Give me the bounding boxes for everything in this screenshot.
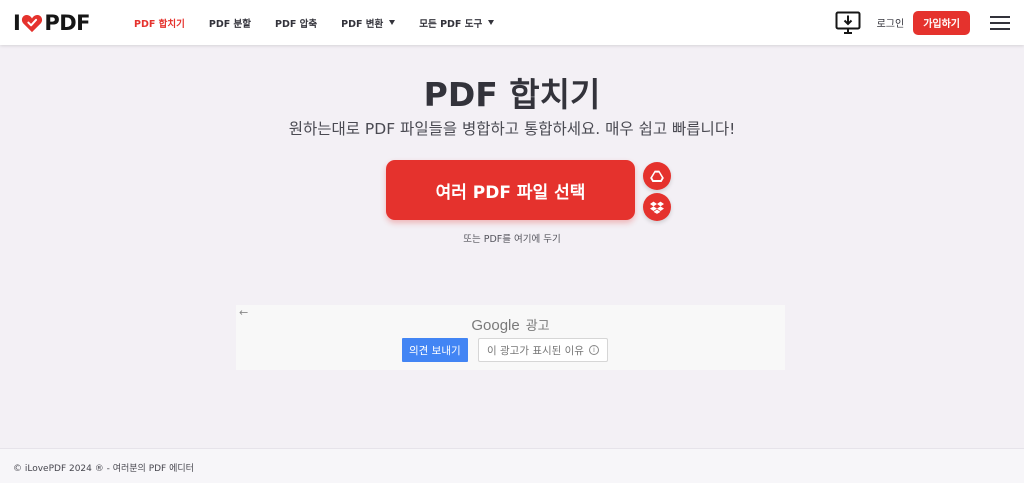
footer-copyright: © iLovePDF 2024 ® - 여러분의 PDF 에디터 [13,464,194,474]
why-this-ad-button[interactable]: 이 광고가 표시된 이유 i [478,338,608,362]
heart-icon [22,14,43,33]
nav-item-label: PDF 변환 [341,18,384,30]
nav-item-all-pdf-tools[interactable]: 모든 PDF 도구 [419,16,495,30]
nav-item-merge-pdf[interactable]: PDF 합치기 [134,16,185,30]
why-this-ad-label: 이 광고가 표시된 이유 [487,344,584,357]
page-title: PDF 합치기 [423,75,601,114]
send-feedback-button[interactable]: 의견 보내기 [402,338,468,362]
nav-item-split-pdf[interactable]: PDF 분할 [209,16,251,30]
login-link[interactable]: 로그인 [877,15,905,30]
desktop-download-icon[interactable] [835,11,861,35]
dropbox-button[interactable] [643,193,671,221]
ilovepdf-logo[interactable]: I PDF [13,11,90,35]
signup-button[interactable]: 가입하기 [913,10,970,35]
google-wordmark: Google [471,317,520,334]
caret-down-icon [389,20,396,25]
ad-label: 광고 [525,319,550,334]
google-ad-heading: Google 광고 [236,315,785,334]
google-drive-icon [650,170,664,182]
nav-item-label: PDF 분할 [208,18,252,30]
dropbox-icon [650,201,664,214]
nav-item-compress-pdf[interactable]: PDF 압축 [275,16,317,30]
page-footer: © iLovePDF 2024 ® - 여러분의 PDF 에디터 [0,448,1024,483]
caret-down-icon [488,20,495,25]
logo-letter-i: I [13,11,21,35]
nav-item-label: 모든 PDF 도구 [419,18,483,30]
nav-item-convert-pdf[interactable]: PDF 변환 [341,16,396,30]
logo-text-pdf: PDF [44,11,90,35]
header-actions: 로그인 가입하기 [835,0,1010,45]
hamburger-menu-icon[interactable] [990,15,1010,31]
drop-hint-text: 또는 PDF를 여기에 두기 [463,234,561,245]
google-ad-box: ← Google 광고 의견 보내기 이 광고가 표시된 이유 i [236,305,785,370]
page-subtitle: 원하는대로 PDF 파일들을 병합하고 통합하세요. 매우 쉽고 빠릅니다! [288,120,736,138]
info-icon: i [588,345,599,355]
top-header: I PDF PDF 합치기 PDF 분할 PDF 압축 PDF 변환 모든 PD… [0,0,1024,45]
google-drive-button[interactable] [643,162,671,190]
main-nav: PDF 합치기 PDF 분할 PDF 압축 PDF 변환 모든 PDF 도구 [134,0,518,45]
select-pdf-files-button[interactable]: 여러 PDF 파일 선택 [386,160,635,220]
nav-item-label: PDF 압축 [275,18,318,30]
nav-item-label: PDF 합치기 [134,18,185,30]
